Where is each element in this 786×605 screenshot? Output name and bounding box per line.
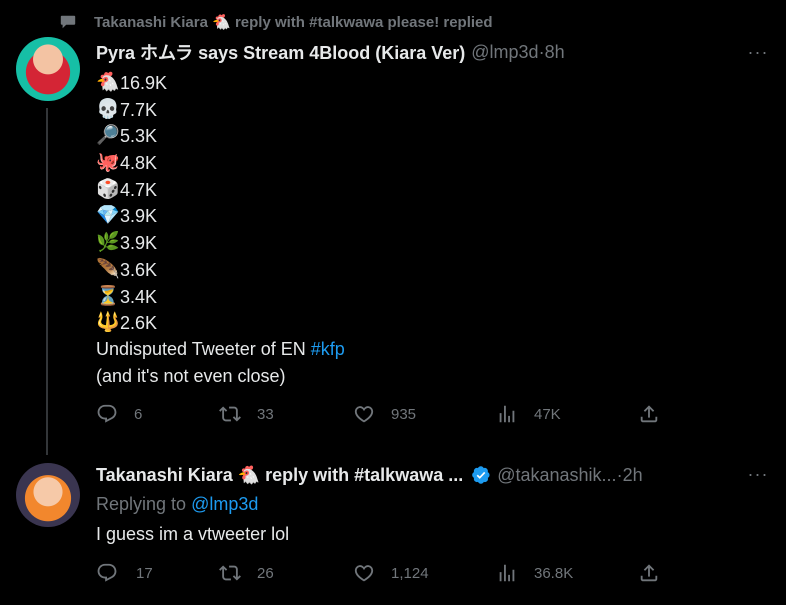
- replying-to: Replying to @lmp3d: [96, 494, 258, 515]
- social-context[interactable]: Takanashi Kiara 🐔 reply with #talkwawa p…: [58, 11, 493, 33]
- reply-count: 6: [134, 405, 143, 423]
- more-options-icon[interactable]: ···: [746, 40, 770, 64]
- social-context-text: Takanashi Kiara 🐔 reply with #talkwawa p…: [94, 14, 493, 31]
- share-button[interactable]: [638, 403, 660, 425]
- trident-icon: 🔱: [96, 312, 120, 334]
- tweet-text-line1: Undisputed Tweeter of EN: [96, 339, 311, 359]
- stat-value: 3.9K: [120, 233, 158, 254]
- hourglass-icon: ⏳: [96, 285, 120, 307]
- tweet-text: Undisputed Tweeter of EN #kfp (and it's …: [96, 336, 345, 389]
- stat-row: 💀 7.7K: [96, 97, 167, 124]
- like-count: 935: [391, 405, 417, 423]
- stat-row: 🎲 4.7K: [96, 177, 167, 204]
- stat-value: 4.7K: [120, 179, 158, 200]
- reply-icon: [97, 404, 117, 423]
- heart-icon: [354, 406, 374, 423]
- avatar[interactable]: [16, 37, 80, 101]
- view-count: 36.8K: [534, 564, 574, 582]
- handle[interactable]: @lmp3d: [471, 42, 538, 63]
- stat-value: 3.4K: [120, 286, 158, 307]
- avatar[interactable]: [16, 463, 80, 527]
- view-count: 47K: [534, 405, 561, 423]
- views-button[interactable]: 47K: [496, 403, 561, 425]
- share-icon: [640, 405, 658, 423]
- tweet-text-line2: (and it's not even close): [96, 365, 286, 386]
- reply-icon: [97, 563, 117, 582]
- gem-icon: 💎: [96, 205, 120, 227]
- views-icon: [499, 564, 515, 582]
- tweet-actions: 6 33 935 47K: [96, 403, 770, 433]
- display-name[interactable]: Pyra ホムラ says Stream 4Blood (Kiara Ver): [96, 39, 465, 65]
- stat-row: 🔱 2.6K: [96, 310, 167, 337]
- stat-row: 🌿 3.9K: [96, 230, 167, 257]
- reply-button[interactable]: 17: [96, 562, 153, 584]
- speech-bubble-icon: [58, 12, 78, 32]
- like-button[interactable]: 935: [353, 403, 416, 425]
- handle[interactable]: @takanashik...: [497, 465, 616, 486]
- retweet-button[interactable]: 26: [219, 562, 274, 584]
- tweet-header: Pyra ホムラ says Stream 4Blood (Kiara Ver) …: [96, 40, 770, 64]
- stat-row: 🪶 3.6K: [96, 257, 167, 284]
- stats-list: 🐔 16.9K 💀 7.7K 🔎 5.3K 🐙 4.8K 🎲 4.7K 💎 3.9K 🌿 3.…: [96, 70, 167, 337]
- retweet-icon: [219, 406, 241, 422]
- stat-value: 3.6K: [120, 259, 158, 280]
- views-button[interactable]: 36.8K: [496, 562, 573, 584]
- tweet-kiara[interactable]: Takanashi Kiara 🐔 reply with #talkwawa .…: [0, 458, 786, 605]
- stat-value: 16.9K: [120, 73, 168, 93]
- stat-row: ⏳ 3.4K: [96, 284, 167, 311]
- retweet-count: 26: [257, 564, 274, 582]
- share-button[interactable]: [638, 562, 660, 584]
- tweet-pyra[interactable]: Pyra ホムラ says Stream 4Blood (Kiara Ver) …: [0, 36, 786, 451]
- tweet-actions: 17 26 1,124 36.8K: [96, 562, 770, 592]
- retweet-button[interactable]: 33: [219, 403, 274, 425]
- reply-count: 17: [136, 564, 153, 582]
- stat-row: 🐔 16.9K: [96, 70, 167, 97]
- chicken-icon: 🐔: [96, 72, 120, 93]
- stat-value: 4.8K: [120, 153, 158, 174]
- like-button[interactable]: 1,124: [353, 562, 429, 584]
- stat-value: 2.6K: [120, 313, 158, 334]
- heart-icon: [354, 565, 374, 582]
- dice-icon: 🎲: [96, 178, 120, 200]
- hashtag-link[interactable]: #kfp: [311, 339, 345, 359]
- octopus-icon: 🐙: [96, 152, 120, 174]
- tweet-text: I guess im a vtweeter lol: [96, 524, 290, 544]
- replying-to-label: Replying to: [96, 494, 192, 514]
- retweet-icon: [219, 565, 241, 581]
- stat-row: 🐙 4.8K: [96, 150, 167, 177]
- magnifier-icon: 🔎: [96, 125, 120, 147]
- stat-row: 💎 3.9K: [96, 203, 167, 230]
- mention-link[interactable]: @lmp3d: [191, 494, 258, 514]
- reply-button[interactable]: 6: [96, 403, 142, 425]
- display-name[interactable]: Takanashi Kiara 🐔 reply with #talkwawa .…: [96, 465, 463, 486]
- more-options-icon[interactable]: ···: [746, 462, 770, 486]
- tweet-header: Takanashi Kiara 🐔 reply with #talkwawa .…: [96, 463, 770, 487]
- like-count: 1,124: [391, 564, 429, 582]
- views-icon: [499, 405, 515, 423]
- retweet-count: 33: [257, 405, 274, 423]
- herb-icon: 🌿: [96, 232, 120, 254]
- share-icon: [640, 564, 658, 582]
- timestamp[interactable]: 2h: [623, 465, 643, 486]
- stat-value: 3.9K: [120, 206, 158, 227]
- stat-value: 5.3K: [120, 126, 158, 147]
- feather-icon: 🪶: [96, 258, 120, 280]
- skull-icon: 💀: [96, 98, 120, 120]
- stat-row: 🔎 5.3K: [96, 123, 167, 150]
- timestamp[interactable]: 8h: [545, 42, 565, 63]
- stat-value: 7.7K: [120, 99, 158, 120]
- verified-badge-icon: [471, 465, 491, 485]
